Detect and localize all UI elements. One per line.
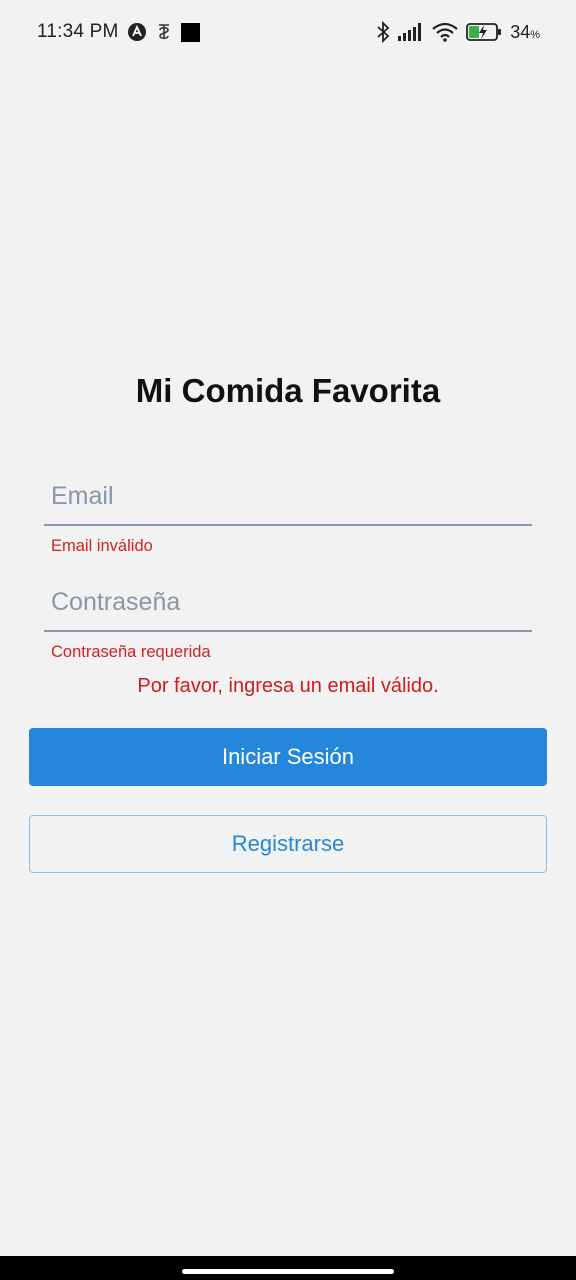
email-error-text: Email inválido xyxy=(51,537,153,555)
battery-unit: % xyxy=(530,28,540,41)
app-a-icon xyxy=(127,22,147,42)
password-field-container xyxy=(44,574,532,632)
wifi-icon xyxy=(432,22,458,42)
bluetooth-icon xyxy=(376,21,390,43)
password-error-text: Contraseña requerida xyxy=(51,643,211,661)
page-title: Mi Comida Favorita xyxy=(135,372,441,409)
status-time: 11:34 PM xyxy=(37,21,119,42)
home-indicator[interactable] xyxy=(182,1269,394,1274)
email-field-container xyxy=(44,468,532,526)
login-button[interactable]: Iniciar Sesión xyxy=(29,728,547,786)
square-icon xyxy=(180,22,200,42)
password-input[interactable] xyxy=(44,574,532,630)
form-error-message: Por favor, ingresa un email válido. xyxy=(137,675,439,697)
status-left: 11:34 PM xyxy=(37,21,200,43)
register-button[interactable]: Registrarse xyxy=(29,815,547,873)
status-bar: 11:34 PM 34% xyxy=(0,0,576,64)
signal-icon xyxy=(398,23,424,41)
email-input[interactable] xyxy=(44,468,532,524)
battery-percent: 34% xyxy=(510,21,540,42)
status-right: 34% xyxy=(376,21,540,43)
battery-charging-icon xyxy=(466,22,502,42)
gesture-nav-bar xyxy=(0,1256,576,1280)
notification-icon xyxy=(155,22,173,42)
